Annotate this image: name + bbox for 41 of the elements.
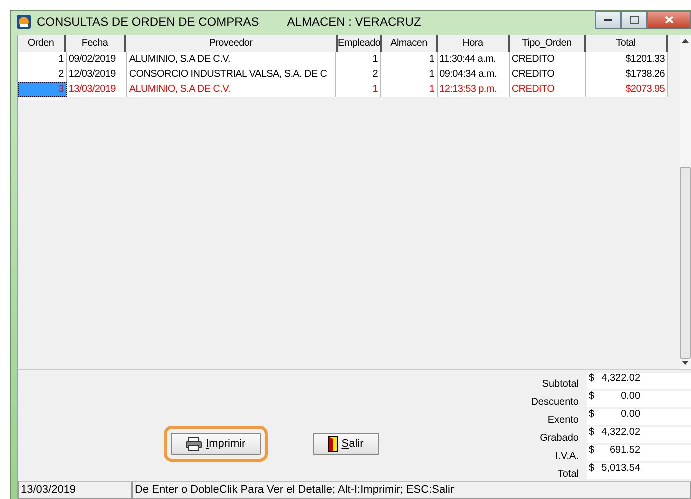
amount-field: $ 0.00 xyxy=(587,391,691,407)
maximize-icon xyxy=(630,16,638,24)
minimize-icon xyxy=(604,18,612,22)
close-button[interactable] xyxy=(647,11,691,29)
table-cell: 1 xyxy=(381,82,438,97)
vertical-scrollbar[interactable] xyxy=(680,35,691,369)
app-icon xyxy=(17,15,31,29)
window-subtitle: ALMACEN : VERACRUZ xyxy=(287,15,422,29)
exit-button[interactable]: Salir xyxy=(312,432,379,454)
door-icon xyxy=(328,436,338,452)
status-date: 13/03/2019 xyxy=(18,482,132,499)
minimize-button[interactable] xyxy=(595,11,621,29)
table-cell: 13/03/2019 xyxy=(66,82,128,97)
total-label: I.V.A. xyxy=(555,451,579,462)
table-cell: $2073.95 xyxy=(586,82,668,97)
amount-field: $ 0.00 xyxy=(587,409,691,425)
table-cell: CREDITO xyxy=(510,82,586,97)
table-cell: 1 xyxy=(336,82,382,97)
amount-field: $ 4,322.02 xyxy=(587,427,691,443)
table-cell: ALUMINIO, S.A DE C.V. xyxy=(127,82,336,97)
table-cell: 12:13:53 p.m. xyxy=(438,82,510,97)
total-label: Grabado xyxy=(540,433,579,444)
table-row[interactable]: 3 13/03/2019 ALUMINIO, S.A DE C.V. 1 1 12:13:53 p.m. CREDITO $2073.95 xyxy=(18,82,668,97)
table-row[interactable]: 1 09/02/2019 ALUMINIO, S.A DE C.V. 1 1 11:30:44 a.m. CREDITO $1201.33 xyxy=(18,52,668,67)
status-hint: De Enter o DobleClik Para Ver el Detalle; Alt-I:Imprimir; ESC:Salir xyxy=(132,482,691,499)
scroll-thumb[interactable] xyxy=(680,167,691,359)
table-row[interactable]: 2 12/03/2019 CONSORCIO INDUSTRIAL VALSA, S.A. DE C 2 1 09:04:34 a.m. CREDITO $1738.26 xyxy=(18,67,668,82)
amount-field: $ 4,322.02 xyxy=(587,373,691,389)
window-title: CONSULTAS DE ORDEN DE COMPRAS xyxy=(37,15,260,29)
total-label: Exento xyxy=(548,415,579,426)
scroll-down-icon xyxy=(682,361,689,365)
total-label: Total xyxy=(558,469,579,480)
scroll-up-icon xyxy=(682,39,689,43)
total-label: Subtotal xyxy=(542,379,579,390)
close-icon xyxy=(664,16,674,24)
printer-icon xyxy=(186,436,202,450)
maximize-button[interactable] xyxy=(621,11,647,29)
amount-field: $ 691.52 xyxy=(587,445,691,461)
table-cell: 3 xyxy=(18,82,67,97)
amount-field: $ 5,013.54 xyxy=(587,463,691,479)
total-label: Descuento xyxy=(531,397,579,408)
